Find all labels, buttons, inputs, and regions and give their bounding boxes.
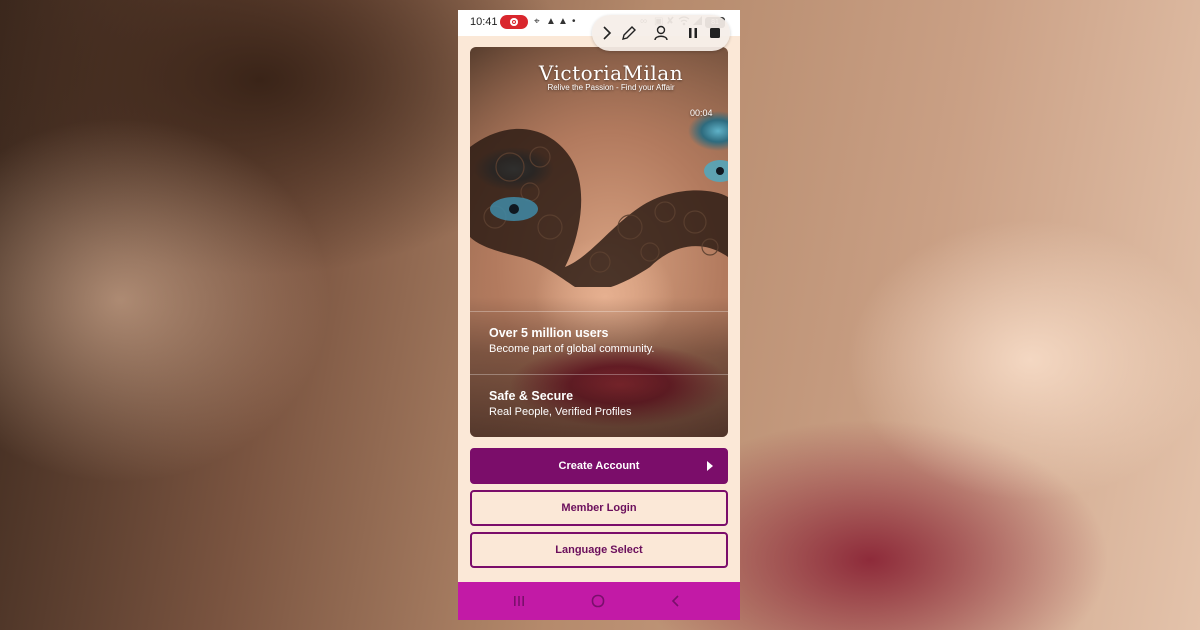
home-icon[interactable] — [590, 593, 606, 609]
brand-name: VictoriaMilan — [538, 61, 684, 85]
cast-icon: ⌖ — [534, 16, 540, 27]
recorder-toolbar — [592, 15, 730, 51]
create-account-button[interactable]: Create Account — [470, 448, 728, 484]
warning-icon: ▲ — [558, 16, 568, 27]
feature-users: Over 5 million users Become part of glob… — [470, 311, 728, 373]
pencil-icon[interactable] — [620, 24, 638, 42]
create-account-label: Create Account — [558, 460, 640, 472]
recording-timer: 00:04 — [690, 108, 713, 118]
feature-subtitle: Become part of global community. — [489, 343, 655, 355]
hero-image: VictoriaMilan Relive the Passion - Find … — [470, 47, 728, 437]
language-select-label: Language Select — [555, 544, 643, 556]
feature-title: Over 5 million users — [489, 326, 609, 340]
pause-icon[interactable] — [684, 24, 702, 42]
screen-record-icon[interactable] — [500, 15, 528, 29]
member-login-button[interactable]: Member Login — [470, 490, 728, 526]
warning-icon: ▲ — [546, 16, 556, 27]
chevron-right-icon[interactable] — [598, 24, 616, 42]
feature-subtitle: Real People, Verified Profiles — [489, 406, 632, 418]
recent-apps-icon[interactable] — [511, 593, 527, 609]
dot-icon: • — [572, 16, 576, 27]
person-icon[interactable] — [652, 24, 670, 42]
phone-screen: 10:41 ⌖ ▲ ▲ • ∞ ▣ ✘ 81 — [458, 10, 740, 620]
stop-icon[interactable] — [706, 24, 724, 42]
feature-title: Safe & Secure — [489, 389, 574, 403]
brand-logo: VictoriaMilan Relive the Passion - Find … — [526, 61, 696, 92]
status-time: 10:41 — [470, 16, 498, 28]
navigation-bar — [458, 582, 740, 620]
member-login-label: Member Login — [561, 502, 637, 514]
back-icon[interactable] — [668, 593, 684, 609]
feature-secure: Safe & Secure Real People, Verified Prof… — [470, 374, 728, 436]
language-select-button[interactable]: Language Select — [470, 532, 728, 568]
brand-tagline: Relive the Passion - Find your Affair — [547, 83, 675, 92]
app-screen: VictoriaMilan Relive the Passion - Find … — [458, 36, 740, 584]
play-arrow-icon — [707, 461, 713, 471]
